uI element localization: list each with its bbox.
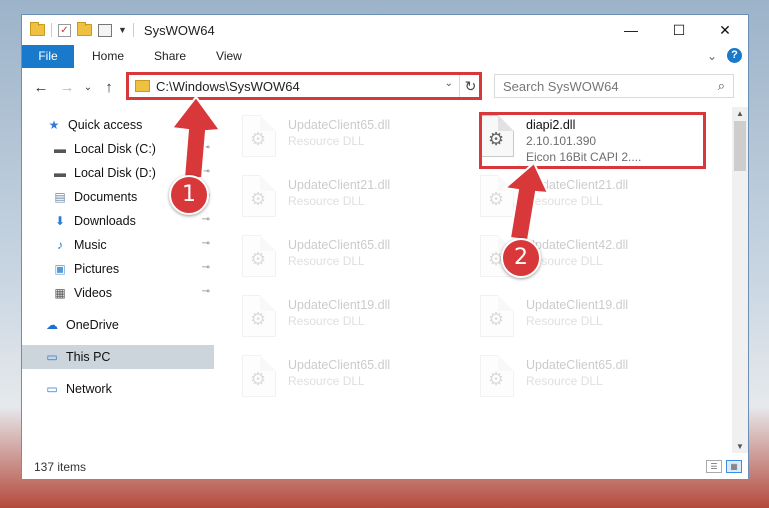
arrow-2-icon [502, 161, 550, 242]
step-1-badge: 1 [169, 175, 209, 215]
step-2-badge: 2 [501, 238, 541, 278]
annotation-arrows [170, 95, 550, 242]
arrow-1-icon [170, 95, 222, 179]
